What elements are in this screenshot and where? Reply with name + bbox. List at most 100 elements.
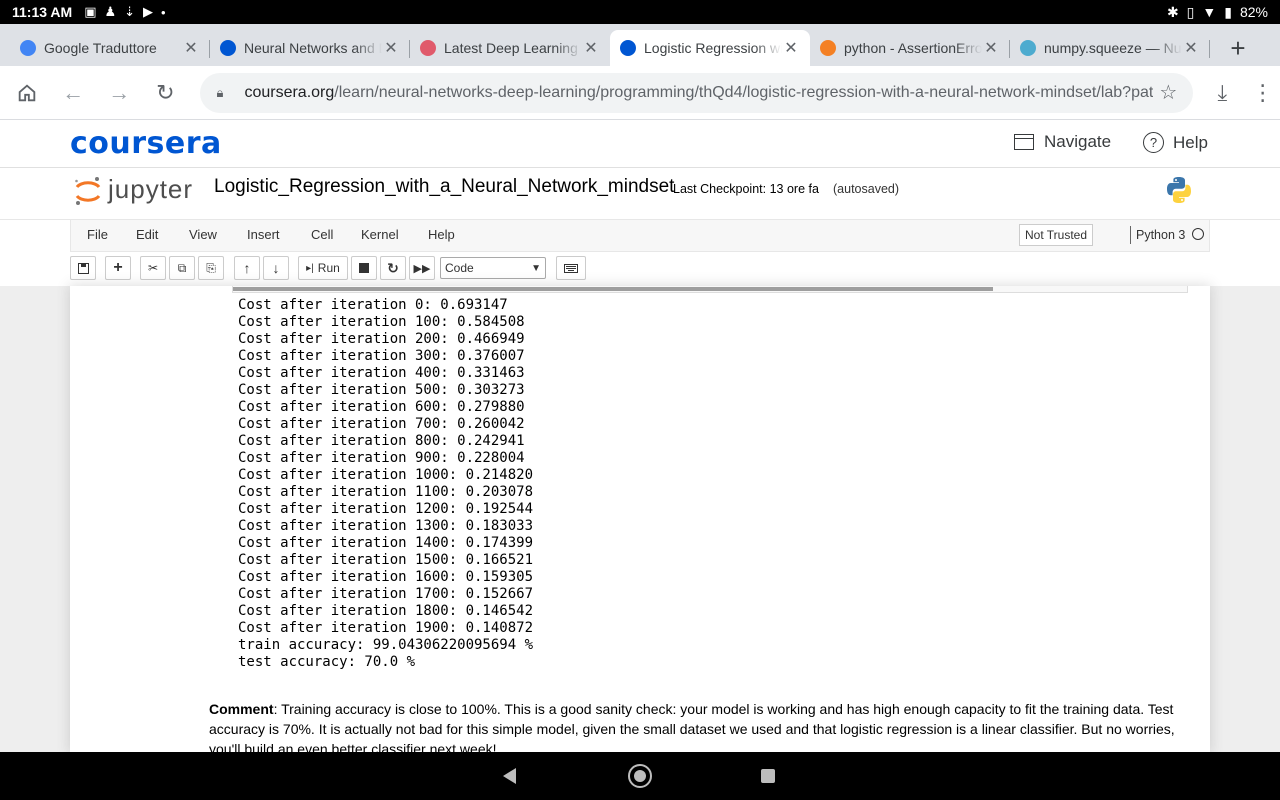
- tab-close-icon[interactable]: ✕: [782, 38, 800, 58]
- url-host: coursera.org: [244, 83, 335, 101]
- navigate-label: Navigate: [1044, 132, 1112, 151]
- menu-help[interactable]: Help: [428, 227, 455, 242]
- android-navigation-bar: [0, 752, 1280, 800]
- output-line: Cost after iteration 400: 0.331463: [238, 365, 525, 381]
- tab-close-icon[interactable]: ✕: [182, 38, 200, 58]
- fast-forward-icon[interactable]: ▶▶: [409, 256, 435, 280]
- restart-icon[interactable]: ↻: [380, 256, 406, 280]
- reload-icon[interactable]: ↻: [142, 69, 188, 117]
- output-horizontal-scrollbar[interactable]: [232, 286, 1188, 293]
- tab-title: Latest Deep Learning Q: [444, 40, 582, 56]
- kernel-name: Python 3: [1130, 226, 1185, 244]
- markdown-comment: Comment: Training accuracy is close to 1…: [209, 699, 1189, 752]
- output-line: Cost after iteration 1200: 0.192544: [238, 501, 534, 517]
- python-logo-icon: [1167, 177, 1191, 203]
- menu-cell[interactable]: Cell: [311, 227, 333, 242]
- jupyter-header: jupyter Logistic_Regression_with_a_Neura…: [0, 168, 1280, 220]
- tab-title: Google Traduttore: [44, 40, 157, 56]
- help-button[interactable]: ? Help: [1143, 132, 1208, 153]
- browser-tab[interactable]: Latest Deep Learning Q ✕: [410, 30, 610, 66]
- android-status-bar: 11:13 AM ▣ ♟ ⇣ ▶ • ✱ ▯ ▼ ▮ 82%: [0, 0, 1280, 24]
- battery-level: 82%: [1239, 4, 1268, 20]
- cut-icon[interactable]: ✂: [140, 256, 166, 280]
- notebook-title[interactable]: Logistic_Regression_with_a_Neural_Networ…: [214, 176, 674, 198]
- browser-tab[interactable]: numpy.squeeze — NumPy✕: [1010, 30, 1210, 66]
- new-tab-button[interactable]: +: [1218, 30, 1258, 66]
- menu-edit[interactable]: Edit: [136, 227, 158, 242]
- window-icon: [1014, 134, 1034, 150]
- run-button[interactable]: ▸| Run: [298, 256, 348, 280]
- tab-close-icon[interactable]: ✕: [982, 38, 1000, 58]
- cell-type-select[interactable]: Code ▼: [440, 257, 546, 279]
- trust-indicator[interactable]: Not Trusted: [1019, 224, 1093, 246]
- keyboard-icon[interactable]: [556, 256, 586, 280]
- output-line: Cost after iteration 100: 0.584508: [238, 314, 525, 330]
- person-notification-icon: ♟: [104, 4, 117, 19]
- output-line: Cost after iteration 1300: 0.183033: [238, 518, 534, 534]
- save-icon[interactable]: [70, 256, 96, 280]
- scrollbar-thumb[interactable]: [233, 287, 993, 291]
- kernel-idle-icon: [1192, 228, 1204, 240]
- autosave-status: (autosaved): [833, 182, 900, 196]
- run-label: Run: [317, 261, 340, 275]
- nav-recents-icon[interactable]: [761, 769, 775, 783]
- paste-icon[interactable]: ⎘: [198, 256, 224, 280]
- chevron-down-icon: ▼: [531, 262, 541, 274]
- output-line: Cost after iteration 1000: 0.214820: [238, 467, 534, 483]
- output-line: Cost after iteration 1900: 0.140872: [238, 620, 534, 636]
- output-line: Cost after iteration 200: 0.466949: [238, 331, 525, 347]
- output-line: test accuracy: 70.0 %: [238, 654, 416, 670]
- tab-favicon-icon: [420, 40, 436, 56]
- menu-kebab-icon[interactable]: ⋮: [1245, 69, 1280, 117]
- output-line: Cost after iteration 900: 0.228004: [238, 450, 525, 466]
- browser-tab[interactable]: Logistic Regression with ✕: [610, 30, 810, 66]
- copy-icon[interactable]: ⧉: [169, 256, 195, 280]
- add-cell-icon[interactable]: +: [105, 256, 131, 280]
- forward-arrow-icon[interactable]: →: [96, 69, 142, 117]
- download-icon[interactable]: ⤓: [1199, 69, 1245, 117]
- coursera-logo[interactable]: coursera: [70, 126, 222, 161]
- notebook-page: Cost after iteration 0: 0.693147 Cost aft…: [70, 286, 1210, 752]
- menu-view[interactable]: View: [189, 227, 217, 242]
- back-arrow-icon[interactable]: ←: [50, 69, 96, 117]
- battery-icon: ▮: [1224, 3, 1232, 20]
- move-down-icon[interactable]: ↓: [263, 256, 289, 280]
- cell-type-value: Code: [445, 261, 474, 275]
- output-line: Cost after iteration 300: 0.376007: [238, 348, 525, 364]
- jupyter-toolbar: + ✂ ⧉ ⎘ ↑ ↓ ▸| Run ↻ ▶▶ Code ▼: [70, 256, 610, 282]
- bookmark-star-icon[interactable]: ☆: [1153, 80, 1183, 105]
- menu-file[interactable]: File: [87, 227, 108, 242]
- system-indicators: ✱ ▯ ▼ ▮ 82%: [1167, 4, 1268, 21]
- jupyter-logo[interactable]: jupyter: [74, 174, 204, 214]
- browser-tab[interactable]: Google Traduttore ✕: [10, 30, 210, 66]
- jupyter-menubar: File Edit View Insert Cell Kernel Help N…: [70, 220, 1210, 252]
- clock: 11:13 AM: [12, 4, 73, 20]
- tab-close-icon[interactable]: ✕: [382, 38, 400, 58]
- output-line: Cost after iteration 1400: 0.174399: [238, 535, 534, 551]
- menu-kernel[interactable]: Kernel: [361, 227, 399, 242]
- more-notifications-icon: •: [161, 4, 166, 20]
- address-bar[interactable]: 🔒︎ coursera.org/learn/neural-networks-de…: [200, 72, 1194, 113]
- help-label: Help: [1173, 132, 1208, 152]
- lock-icon: 🔒︎: [216, 84, 224, 100]
- move-up-icon[interactable]: ↑: [234, 256, 260, 280]
- menu-insert[interactable]: Insert: [247, 227, 280, 242]
- tab-favicon-icon: [220, 40, 236, 56]
- navigate-button[interactable]: Navigate: [1014, 132, 1111, 152]
- tab-close-icon[interactable]: ✕: [1182, 38, 1200, 58]
- jupyter-menu-area: File Edit View Insert Cell Kernel Help N…: [0, 220, 1280, 286]
- device-screen: 11:13 AM ▣ ♟ ⇣ ▶ • ✱ ▯ ▼ ▮ 82% Google Tr…: [0, 0, 1280, 800]
- home-icon[interactable]: [4, 69, 50, 117]
- tab-title: python - AssertionError: [844, 40, 982, 56]
- interrupt-icon[interactable]: [351, 256, 377, 280]
- vibrate-icon: ▯: [1186, 3, 1195, 20]
- output-line: Cost after iteration 700: 0.260042: [238, 416, 525, 432]
- nav-back-icon[interactable]: [503, 768, 516, 784]
- tab-close-icon[interactable]: ✕: [582, 38, 600, 58]
- url-text: coursera.org/learn/neural-networks-deep-…: [244, 84, 1153, 102]
- download-notification-icon: ⇣: [124, 4, 136, 19]
- tab-favicon-icon: [620, 40, 636, 56]
- browser-tab[interactable]: Neural Networks and De ✕: [210, 30, 410, 66]
- browser-tab[interactable]: python - AssertionError ✕: [810, 30, 1010, 66]
- nav-home-icon[interactable]: [628, 764, 652, 788]
